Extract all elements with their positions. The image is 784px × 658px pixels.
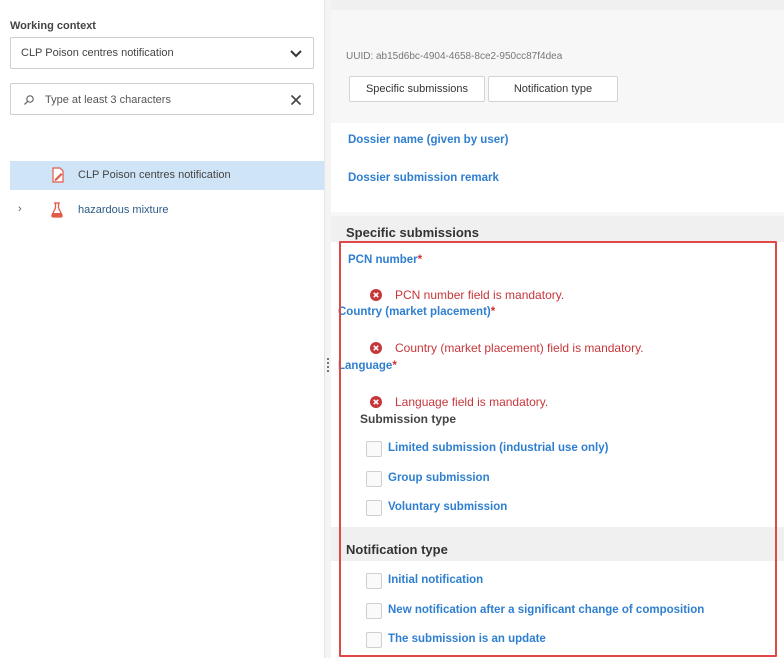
language-error-message: Language field is mandatory. [395, 395, 549, 409]
tree-item-label: CLP Poison centres notification [78, 169, 231, 181]
pcn-number-field[interactable]: PCN number* [348, 254, 422, 266]
main-panel: UUID: ab15d6bc-4904-4658-8ce2-950cc87f4d… [331, 0, 784, 658]
country-field[interactable]: Country (market placement)* [338, 306, 495, 318]
checkbox-label: Group submission [388, 472, 490, 484]
dossier-remark-field[interactable]: Dossier submission remark [348, 172, 499, 184]
checkbox-label: Limited submission (industrial use only) [388, 442, 609, 454]
required-mark: * [490, 306, 496, 318]
checkbox[interactable] [366, 603, 382, 619]
search-icon [24, 95, 34, 105]
submission-type-label: Submission type [360, 412, 457, 426]
close-icon[interactable] [289, 93, 303, 107]
dossier-name-field[interactable]: Dossier name (given by user) [348, 134, 508, 146]
country-error-message: Country (market placement) field is mand… [395, 341, 644, 355]
uuid-text: UUID: ab15d6bc-4904-4658-8ce2-950cc87f4d… [346, 51, 563, 62]
top-bar [331, 0, 784, 10]
checkbox[interactable] [366, 632, 382, 648]
checkbox[interactable] [366, 441, 382, 457]
error-icon [370, 342, 382, 354]
splitter-grip-icon[interactable] [327, 358, 329, 372]
language-label: Language [338, 360, 393, 372]
error-icon [370, 289, 382, 301]
required-mark: * [392, 360, 397, 372]
flask-icon [51, 202, 63, 218]
search-box [10, 83, 314, 115]
checkbox-label: New notification after a significant cha… [388, 604, 705, 616]
required-mark: * [417, 254, 423, 266]
tree-item-clp-notification[interactable]: CLP Poison centres notification [10, 161, 324, 190]
tree-item-label: hazardous mixture [78, 204, 169, 216]
language-field[interactable]: Language* [338, 360, 397, 372]
pcn-error-message: PCN number field is mandatory. [395, 288, 565, 302]
chevron-down-icon [290, 50, 302, 58]
working-context-label: Working context [10, 20, 96, 32]
checkbox[interactable] [366, 500, 382, 516]
left-panel: Working context CLP Poison centres notif… [0, 0, 325, 658]
working-context-select[interactable]: CLP Poison centres notification [10, 37, 314, 69]
checkbox-label: Voluntary submission [388, 501, 508, 513]
expand-chevron-icon[interactable]: › [18, 203, 22, 215]
checkbox[interactable] [366, 573, 382, 589]
checkbox-label: The submission is an update [388, 633, 546, 645]
working-context-value: CLP Poison centres notification [21, 47, 174, 59]
tab-specific-submissions[interactable]: Specific submissions [349, 76, 485, 102]
error-icon [370, 396, 382, 408]
tree-item-hazardous-mixture[interactable]: › hazardous mixture [10, 200, 324, 222]
section-title-specific-submissions: Specific submissions [346, 225, 479, 240]
search-input[interactable] [45, 92, 275, 108]
checkbox[interactable] [366, 471, 382, 487]
checkbox-label: Initial notification [388, 574, 484, 586]
section-title-notification-type: Notification type [346, 542, 448, 557]
document-edit-icon [52, 167, 64, 183]
country-label: Country (market placement) [338, 306, 491, 318]
specific-submissions-body [331, 242, 784, 527]
tab-notification-type[interactable]: Notification type [488, 76, 618, 102]
pcn-number-label: PCN number [348, 254, 418, 266]
